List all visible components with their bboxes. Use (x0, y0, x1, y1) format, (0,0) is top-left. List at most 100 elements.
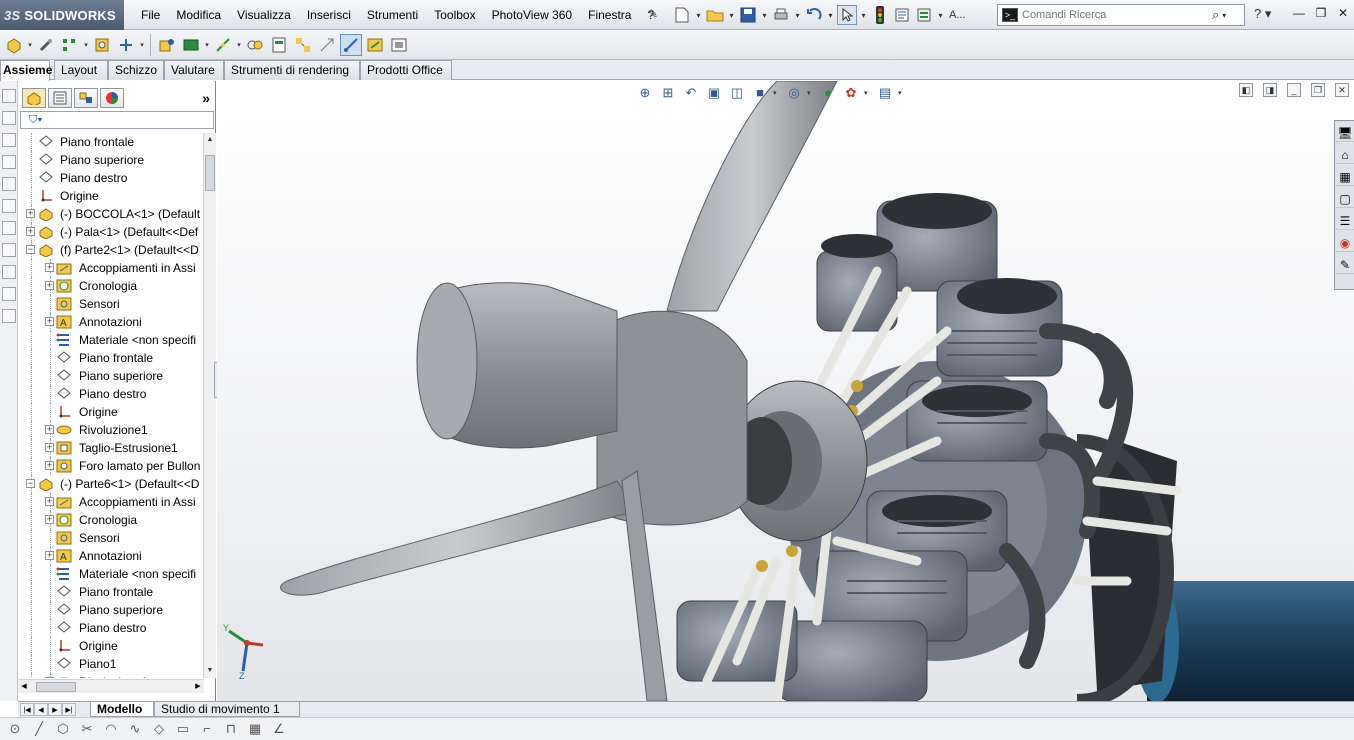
strip-button[interactable] (2, 199, 16, 213)
expand-panel-icon[interactable]: » (202, 90, 210, 106)
expand-icon[interactable]: + (45, 263, 54, 272)
options-icon[interactable] (914, 5, 934, 25)
rectangle-icon[interactable]: ▭ (174, 720, 192, 738)
tree-item[interactable]: Origine (18, 637, 204, 655)
tab-valutare[interactable]: Valutare (164, 60, 224, 80)
section-view-icon[interactable]: ▣ (704, 83, 724, 103)
scroll-thumb[interactable] (36, 682, 76, 692)
expand-icon[interactable]: + (45, 425, 54, 434)
collapse-icon[interactable]: − (26, 479, 35, 488)
spline-icon[interactable]: ∿ (126, 720, 144, 738)
expand-icon[interactable]: + (45, 461, 54, 470)
strip-button[interactable] (2, 177, 16, 191)
tree-item[interactable]: + (-) Pala<1> (Default<<Def (18, 223, 204, 241)
tree-item[interactable]: + Accoppiamenti in Assi (18, 493, 204, 511)
tree-item[interactable]: + Foro lamato per Bullon (18, 457, 204, 475)
collapse-icon[interactable]: ◧ (1239, 83, 1253, 97)
view-settings-icon[interactable]: ▤ (875, 83, 895, 103)
3d-content-central-icon[interactable]: ✎ (1336, 256, 1354, 274)
tree-item[interactable]: Materiale <non specifi (18, 331, 204, 349)
options-dropdown-icon[interactable]: ▾ (936, 5, 945, 25)
featuremanager-icon[interactable] (22, 88, 46, 108)
bill-of-materials-icon[interactable] (268, 34, 290, 56)
strip-button[interactable] (2, 89, 16, 103)
expand-icon[interactable]: + (26, 227, 35, 236)
propertymanager-icon[interactable] (48, 88, 72, 108)
exploded-view-icon[interactable] (292, 34, 314, 56)
pattern-dropdown-icon[interactable]: ▾ (82, 41, 90, 49)
menu-visualizza[interactable]: Visualizza (229, 0, 299, 30)
solidworks-resources-icon[interactable]: 🖥 (1336, 124, 1354, 142)
expand-icon[interactable]: + (45, 551, 54, 560)
tree-item[interactable]: + Accoppiamenti in Assi (18, 259, 204, 277)
tree-item[interactable]: Piano destro (18, 619, 204, 637)
save-icon[interactable] (738, 5, 758, 25)
minimize-icon[interactable]: — (1290, 4, 1308, 22)
reference-dropdown-icon[interactable]: ▾ (235, 41, 243, 49)
dimension-icon[interactable]: ⊓ (222, 720, 240, 738)
expand-icon[interactable]: + (45, 677, 54, 678)
trim-icon[interactable]: ✂ (78, 720, 96, 738)
move-dropdown-icon[interactable]: ▾ (138, 41, 146, 49)
tab-prodotti-office[interactable]: Prodotti Office (360, 60, 452, 80)
tree-item[interactable]: + Cronologia (18, 511, 204, 529)
strip-button[interactable] (2, 265, 16, 279)
view-palette-icon[interactable]: ▢ (1336, 190, 1354, 208)
display-manager-icon[interactable] (100, 88, 124, 108)
strip-button[interactable] (2, 133, 16, 147)
scroll-up-icon[interactable]: ▲ (204, 133, 216, 147)
tree-item[interactable]: Piano superiore (18, 151, 204, 169)
print-dropdown-icon[interactable]: ▾ (793, 5, 802, 25)
tree-item[interactable]: Piano superiore (18, 367, 204, 385)
scroll-right-icon[interactable]: ▶ (192, 680, 204, 694)
edit-appearance-icon[interactable]: ● (818, 83, 838, 103)
offset-icon[interactable]: ◇ (150, 720, 168, 738)
tree-item[interactable]: − (-) Parte6<1> (Default<<D (18, 475, 204, 493)
new-dropdown-icon[interactable]: ▾ (694, 5, 703, 25)
tab-schizzo[interactable]: Schizzo (108, 60, 164, 80)
tab-studio-movimento[interactable]: Studio di movimento 1 (154, 702, 300, 717)
save-dropdown-icon[interactable]: ▾ (760, 5, 769, 25)
arc-icon[interactable]: ◠ (102, 720, 120, 738)
print-icon[interactable] (771, 5, 791, 25)
expand-icon[interactable]: + (45, 443, 54, 452)
tree-item[interactable]: Piano frontale (18, 583, 204, 601)
display-style-dropdown-icon[interactable]: ▾ (773, 89, 781, 97)
expand-icon[interactable]: + (26, 209, 35, 218)
linear-pattern-icon[interactable] (59, 34, 81, 56)
close-icon[interactable]: ✕ (1334, 4, 1352, 22)
engine-assembly-model[interactable] (217, 81, 1354, 701)
search-dropdown-icon[interactable]: ▾ (1222, 11, 1226, 20)
tree-vertical-scrollbar[interactable]: ▲ ▼ (203, 133, 216, 678)
tree-item[interactable]: Origine (18, 403, 204, 421)
design-library-icon[interactable]: ⌂ (1336, 146, 1354, 164)
tree-item[interactable]: + Cronologia (18, 277, 204, 295)
tab-layout[interactable]: Layout (54, 60, 108, 80)
zoom-to-area-icon[interactable]: ⊞ (658, 83, 678, 103)
search-icon[interactable]: ⌕ (1212, 7, 1219, 23)
tree-item[interactable]: Sensori (18, 529, 204, 547)
pin-menu-icon[interactable]: ✎ (648, 7, 662, 21)
open-folder-icon[interactable] (705, 5, 725, 25)
strip-button[interactable] (2, 243, 16, 257)
restore-icon[interactable]: ❐ (1311, 83, 1325, 97)
tree-item[interactable]: + Rivoluzione1 (18, 673, 204, 678)
scroll-left-icon[interactable]: ◀ (18, 680, 30, 694)
scene-dropdown-icon[interactable]: ▾ (864, 89, 872, 97)
move-component-icon[interactable] (115, 34, 137, 56)
mate-icon[interactable] (35, 34, 57, 56)
menu-finestra[interactable]: Finestra (580, 0, 639, 30)
tree-item[interactable]: + Rivoluzione1 (18, 421, 204, 439)
appearances-icon[interactable]: ☰ (1336, 212, 1354, 230)
reference-geometry-icon[interactable] (212, 34, 234, 56)
expand-icon[interactable]: + (45, 317, 54, 326)
hide-show-items-icon[interactable]: ◎ (784, 83, 804, 103)
tree-item[interactable]: Piano destro (18, 385, 204, 403)
first-tab-icon[interactable]: |◀ (20, 703, 34, 716)
show-hidden-icon[interactable] (156, 34, 178, 56)
expand-icon[interactable]: + (45, 497, 54, 506)
display-style-icon[interactable]: ■ (750, 83, 770, 103)
expand-icon[interactable]: + (45, 515, 54, 524)
explode-line-sketch-icon[interactable] (316, 34, 338, 56)
tree-item[interactable]: Piano1 (18, 655, 204, 673)
